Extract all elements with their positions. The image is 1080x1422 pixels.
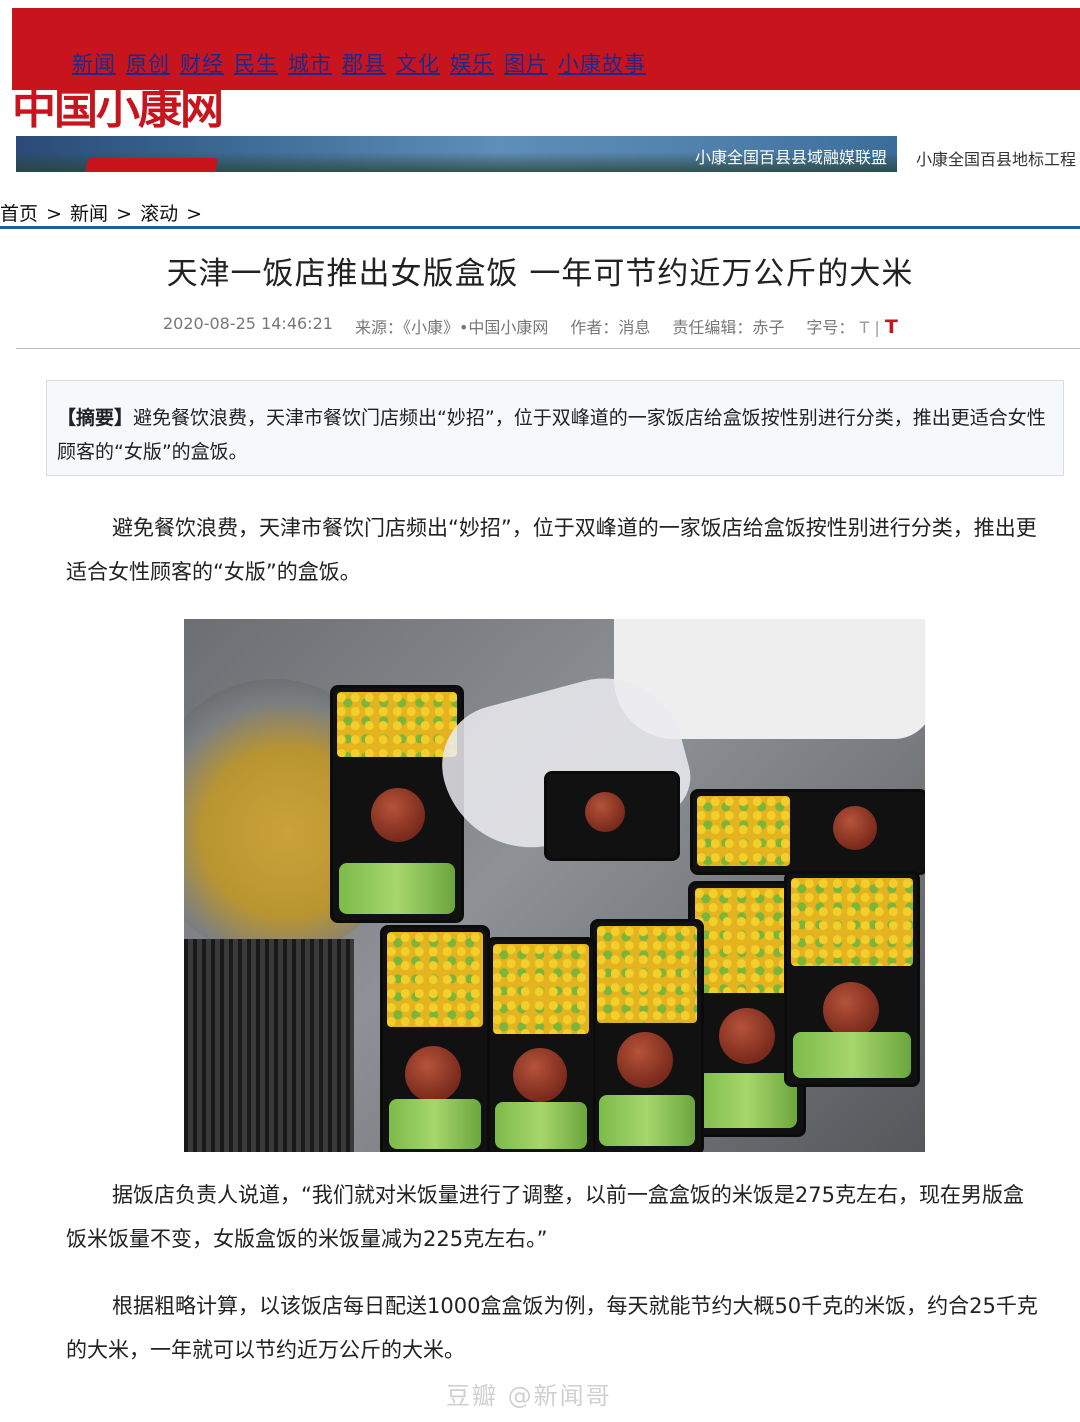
photo-rack [184,939,354,1152]
font-size-control: 字号： T | T [806,314,897,338]
summary-text: 避免餐饮浪费，天津市餐饮门店频出“妙招”，位于双峰道的一家饭店给盒饭按性别进行分… [57,407,1046,463]
nav-item-county[interactable]: 郡县 [342,48,386,78]
article-paragraph-3: 根据粗略计算，以该饭店每日配送1000盒盒饭为例，每天就能节约大概50千克的米饭… [66,1294,1038,1362]
font-size-small-button[interactable]: T [860,318,870,337]
article-editor: 责任编辑：赤子 [672,318,785,337]
watermark: 豆瓣 @新闻哥 [446,1382,612,1410]
banner-text: 小康全国百县县域融媒联盟 [694,148,887,167]
photo-meal-box [690,789,925,875]
breadcrumb-divider [0,226,1080,229]
breadcrumb-home[interactable]: 首页 [0,203,38,225]
nav-item-original[interactable]: 原创 [126,48,170,78]
photo-meal-box [380,925,490,1152]
article-source: 来源：《小康》•中国小康网 [354,318,549,337]
breadcrumb-rolling[interactable]: 滚动 [140,203,178,225]
breadcrumb-separator: > [116,203,133,225]
photo-meal-box [330,685,464,923]
article-author: 作者：消息 [570,318,651,337]
photo-meal-box [590,919,704,1152]
photo-meal-box [784,871,920,1087]
photo-meal-box [486,937,596,1152]
article-photo [184,619,925,1152]
article-paragraph-1: 避免餐饮浪费，天津市餐饮门店频出“妙招”，位于双峰道的一家饭店给盒饭按性别进行分… [66,516,1037,584]
article-summary: 【摘要】避免餐饮浪费，天津市餐饮门店频出“妙招”，位于双峰道的一家饭店给盒饭按性… [46,380,1064,476]
article-title: 天津一饭店推出女版盒饭 一年可节约近万公斤的大米 [166,256,914,292]
nav-item-pictures[interactable]: 图片 [504,48,548,78]
banner-red-mark [83,158,219,172]
font-size-label: 字号： [806,318,855,337]
breadcrumb-news[interactable]: 新闻 [70,203,108,225]
nav-item-xiaokang-stories[interactable]: 小康故事 [558,48,646,78]
nav-item-entertainment[interactable]: 娱乐 [450,48,494,78]
nav-item-finance[interactable]: 财经 [180,48,224,78]
banner-right-text[interactable]: 小康全国百县地标工程 [916,146,1076,170]
breadcrumb-separator: > [46,203,62,225]
top-nav: 新闻 原创 财经 民生 城市 郡县 文化 娱乐 图片 小康故事 [72,48,646,78]
meta-divider [16,348,1080,349]
site-logo[interactable]: 中国小康网 [12,89,224,133]
nav-item-culture[interactable]: 文化 [396,48,440,78]
photo-meal-box [544,771,680,861]
summary-label: 【摘要】 [57,407,134,429]
article-paragraph-2: 据饭店负责人说道，“我们就对米饭量进行了调整，以前一盒盒饭的米饭是275克左右，… [66,1183,1024,1251]
nav-item-livelihood[interactable]: 民生 [234,48,278,78]
breadcrumb-separator: > [186,203,203,225]
publish-datetime: 2020-08-25 14:46:21 [163,314,333,333]
banner-image[interactable]: 小康全国百县县域融媒联盟 [16,136,897,172]
nav-item-city[interactable]: 城市 [288,48,332,78]
nav-item-news[interactable]: 新闻 [72,48,116,78]
font-size-separator: | [874,318,880,337]
breadcrumb: 首页 > 新闻 > 滚动 > [0,199,204,226]
font-size-large-button[interactable]: T [885,316,898,338]
article-meta: 2020-08-25 14:46:21 来源：《小康》•中国小康网 作者：消息 … [163,314,898,338]
